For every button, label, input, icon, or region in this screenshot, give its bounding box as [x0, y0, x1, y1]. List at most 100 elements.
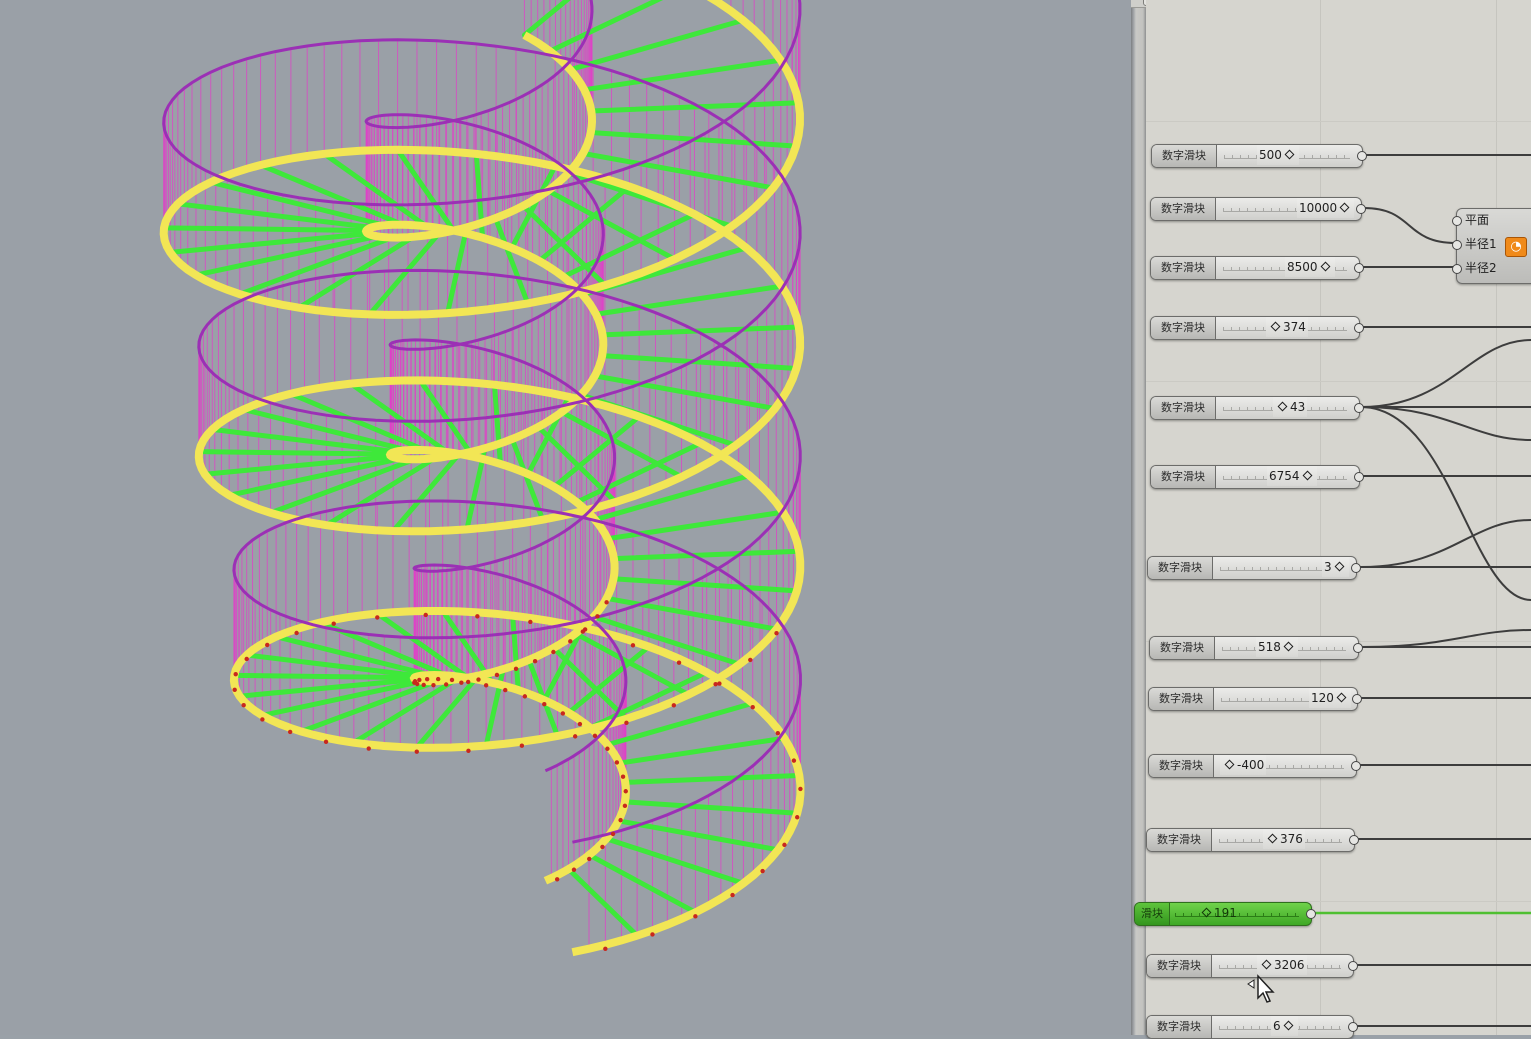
slider-value[interactable]: 3 [1322, 557, 1349, 577]
slider-value[interactable]: 6 [1271, 1016, 1298, 1036]
slider-value[interactable]: 120 [1309, 688, 1351, 708]
input-radius1[interactable]: 半径1 [1452, 237, 1505, 251]
bolt [466, 748, 471, 753]
number-slider-s11[interactable]: 数字滑块 376 [1146, 828, 1359, 852]
slider-knob-icon[interactable] [1283, 1020, 1294, 1031]
slider-value[interactable]: 191 [1197, 903, 1239, 923]
slider-value[interactable]: -400 [1220, 755, 1267, 775]
slider-value[interactable]: 8500 [1285, 257, 1335, 277]
output-port[interactable] [1354, 263, 1364, 273]
bolt [560, 711, 566, 716]
number-slider-s2[interactable]: 数字滑块 10000 [1150, 197, 1366, 221]
slider-knob-icon[interactable] [1336, 692, 1347, 703]
bolt [571, 867, 577, 872]
output-port[interactable] [1352, 694, 1362, 704]
arc-component[interactable]: 平面 半径1 半径2 ◔ [1452, 208, 1531, 284]
slider-label: 数字滑块 [1150, 637, 1215, 659]
number-slider-s10[interactable]: 数字滑块 -400 [1148, 754, 1361, 778]
slider-knob-icon[interactable] [1261, 959, 1272, 970]
output-port[interactable] [1356, 204, 1366, 214]
bolt [366, 746, 371, 751]
bolt [331, 621, 336, 626]
number-slider-s1[interactable]: 数字滑块 500 [1151, 144, 1367, 168]
bolt [424, 676, 430, 682]
output-port[interactable] [1353, 643, 1363, 653]
tread [161, 225, 369, 233]
number-slider-s8[interactable]: 数字滑块 518 [1149, 636, 1363, 660]
bolt [244, 656, 249, 662]
slider-knob-icon[interactable] [1320, 261, 1330, 272]
slider-knob-icon[interactable] [1284, 149, 1295, 160]
input-radius2[interactable]: 半径2 [1452, 261, 1505, 275]
bolt [465, 679, 471, 685]
bolt [717, 681, 722, 686]
canvas-grid-line [1146, 381, 1531, 382]
slider-value[interactable]: 500 [1257, 145, 1299, 165]
bolt [760, 868, 765, 874]
tread [521, 0, 571, 38]
bolt [435, 676, 441, 682]
slider-knob-icon[interactable] [1283, 641, 1294, 652]
bolt [459, 680, 464, 685]
slider-label: 数字滑块 [1151, 466, 1216, 488]
tread [622, 799, 800, 816]
tread [605, 509, 786, 542]
number-slider-s14[interactable]: 数字滑块 6 [1146, 1015, 1358, 1039]
output-port[interactable] [1351, 563, 1361, 573]
slider-knob-icon[interactable] [1277, 401, 1288, 412]
output-port[interactable] [1357, 151, 1367, 161]
slider-label: 数字滑块 [1151, 317, 1216, 339]
number-slider-s4[interactable]: 数字滑块 374 [1150, 316, 1364, 340]
slider-knob-icon[interactable] [1224, 759, 1235, 770]
number-slider-s9[interactable]: 数字滑块 120 [1148, 687, 1362, 711]
output-port[interactable] [1354, 403, 1364, 413]
number-slider-s3[interactable]: 数字滑块 8500 [1150, 256, 1364, 280]
pane-divider[interactable] [1131, 0, 1146, 1035]
output-port[interactable] [1354, 472, 1364, 482]
bolt [532, 658, 538, 664]
bolt [693, 914, 698, 919]
output-port[interactable] [1351, 761, 1361, 771]
number-slider-s6[interactable]: 数字滑块 6754 [1150, 465, 1364, 489]
slider-value[interactable]: 376 [1263, 829, 1305, 849]
output-port[interactable] [1348, 961, 1358, 971]
slider-label: 数字滑块 [1149, 688, 1214, 710]
bolt [475, 614, 480, 619]
slider-value[interactable]: 43 [1273, 397, 1308, 417]
bolt [577, 721, 583, 727]
slider-value[interactable]: 374 [1266, 317, 1308, 337]
output-port[interactable] [1349, 835, 1359, 845]
slider-knob-icon[interactable] [1267, 833, 1278, 844]
slider-knob-icon[interactable] [1201, 907, 1212, 918]
slider-value[interactable]: 10000 [1297, 198, 1355, 218]
slider-label: 数字滑块 [1147, 955, 1212, 977]
bolt [542, 701, 547, 707]
bolt [775, 730, 781, 736]
slider-value[interactable]: 518 [1256, 637, 1298, 657]
slider-value[interactable]: 6754 [1267, 466, 1317, 486]
bolt [580, 629, 586, 634]
output-port[interactable] [1348, 1022, 1358, 1032]
output-port[interactable] [1354, 323, 1364, 333]
bolt [748, 657, 753, 663]
number-slider-s5[interactable]: 数字滑块 43 [1150, 396, 1364, 420]
number-slider-s12[interactable]: 滑块 191 [1134, 902, 1316, 926]
bolt [476, 677, 481, 682]
number-slider-s7[interactable]: 数字滑块 3 [1147, 556, 1361, 580]
bolt [412, 679, 418, 684]
bolt [798, 786, 803, 792]
bolt [630, 643, 636, 648]
slider-knob-icon[interactable] [1270, 321, 1281, 332]
rhino-viewport[interactable] [0, 0, 1131, 1035]
slider-knob-icon[interactable] [1334, 561, 1345, 572]
slider-knob-icon[interactable] [1339, 202, 1350, 213]
bolt [414, 749, 419, 754]
bolt [568, 639, 573, 644]
bolt [600, 844, 605, 850]
slider-knob-icon[interactable] [1302, 470, 1312, 481]
output-port[interactable] [1306, 909, 1316, 919]
input-plane[interactable]: 平面 [1452, 213, 1505, 227]
bolt [375, 615, 380, 620]
tread [604, 595, 780, 632]
slider-value[interactable]: 3206 [1257, 955, 1307, 975]
